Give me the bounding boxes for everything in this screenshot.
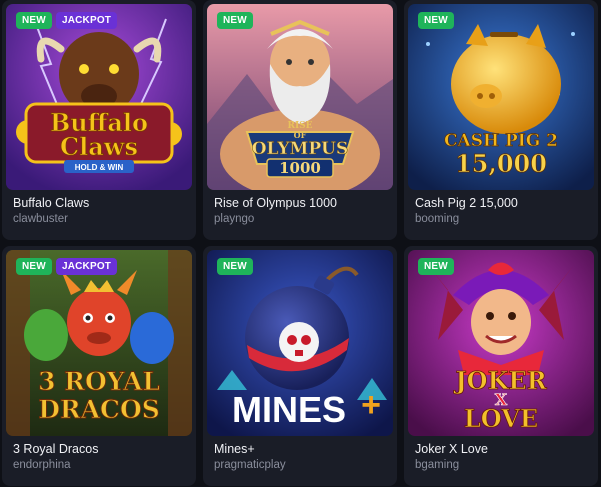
game-provider: booming [415,213,460,225]
game-card-cash-pig-2-15000[interactable]: CASH PIG 2 15,000 NEW Cash Pig 2 15,000 … [404,0,598,240]
game-title[interactable]: Mines+ [214,442,255,456]
new-badge: NEW [16,258,52,275]
game-thumbnail[interactable]: JOKER X LOVE NEW [408,250,594,436]
logo-subtitle: HOLD & WIN [75,163,124,172]
logo-line-1: CASH PIG 2 [444,131,558,151]
new-badge: NEW [16,12,52,29]
game-grid: Buffalo Claws HOLD & WIN NEW JACKPOT Buf… [0,0,601,487]
game-thumbnail[interactable]: CASH PIG 2 15,000 NEW [408,4,594,190]
badge-group: NEW [217,12,253,29]
mines-artwork: MINES + [207,250,393,436]
buffalo-claws-artwork: Buffalo Claws HOLD & WIN [6,4,192,190]
game-provider: endorphina [13,459,71,471]
game-card-mines-plus[interactable]: MINES + NEW Mines+ pragmaticplay [203,246,397,486]
game-card-joker-x-love[interactable]: JOKER X LOVE NEW Joker X Love bgaming [404,246,598,486]
new-badge: NEW [418,258,454,275]
jackpot-badge: JACKPOT [55,12,118,29]
game-provider: clawbuster [13,213,68,225]
jackpot-badge: JACKPOT [55,258,118,275]
game-thumbnail[interactable]: Buffalo Claws HOLD & WIN NEW JACKPOT [6,4,192,190]
badge-group: NEW JACKPOT [16,12,118,29]
logo-line-4: 1000 [279,159,321,177]
badge-group: NEW [418,12,454,29]
game-card-buffalo-claws[interactable]: Buffalo Claws HOLD & WIN NEW JACKPOT Buf… [2,0,196,240]
logo-line-2: + [361,386,381,424]
logo-line-2: DRACOS [38,395,160,424]
badge-group: NEW [217,258,253,275]
game-provider: bgaming [415,459,460,471]
game-card-rise-of-olympus-1000[interactable]: RISE OF OLYMPUS 1000 NEW Rise of Olympus… [203,0,397,240]
game-title[interactable]: 3 Royal Dracos [13,442,98,456]
game-title[interactable]: Joker X Love [415,442,488,456]
logo-line-3: LOVE [464,404,538,433]
logo-line-3: OLYMPUS [252,139,349,159]
game-title[interactable]: Cash Pig 2 15,000 [415,196,518,210]
game-thumbnail[interactable]: 3 ROYAL DRACOS NEW JACKPOT [6,250,192,436]
game-thumbnail[interactable]: MINES + NEW [207,250,393,436]
badge-group: NEW [418,258,454,275]
cash-pig-artwork: CASH PIG 2 15,000 [408,4,594,190]
new-badge: NEW [217,258,253,275]
game-title[interactable]: Buffalo Claws [13,196,89,210]
royal-dracos-artwork: 3 ROYAL DRACOS [6,250,192,436]
new-badge: NEW [217,12,253,29]
logo-line-2: Claws [60,132,138,161]
game-card-3-royal-dracos[interactable]: 3 ROYAL DRACOS NEW JACKPOT 3 Royal Draco… [2,246,196,486]
rise-of-olympus-artwork: RISE OF OLYMPUS 1000 [207,4,393,190]
logo-line-1: MINES [232,389,346,430]
logo-line-2: 15,000 [455,149,547,178]
badge-group: NEW JACKPOT [16,258,118,275]
game-thumbnail[interactable]: RISE OF OLYMPUS 1000 NEW [207,4,393,190]
game-title[interactable]: Rise of Olympus 1000 [214,196,337,210]
game-provider: playngo [214,213,255,225]
joker-x-love-artwork: JOKER X LOVE [408,250,594,436]
game-provider: pragmaticplay [214,459,286,471]
logo-line-1: 3 ROYAL [38,367,160,396]
new-badge: NEW [418,12,454,29]
